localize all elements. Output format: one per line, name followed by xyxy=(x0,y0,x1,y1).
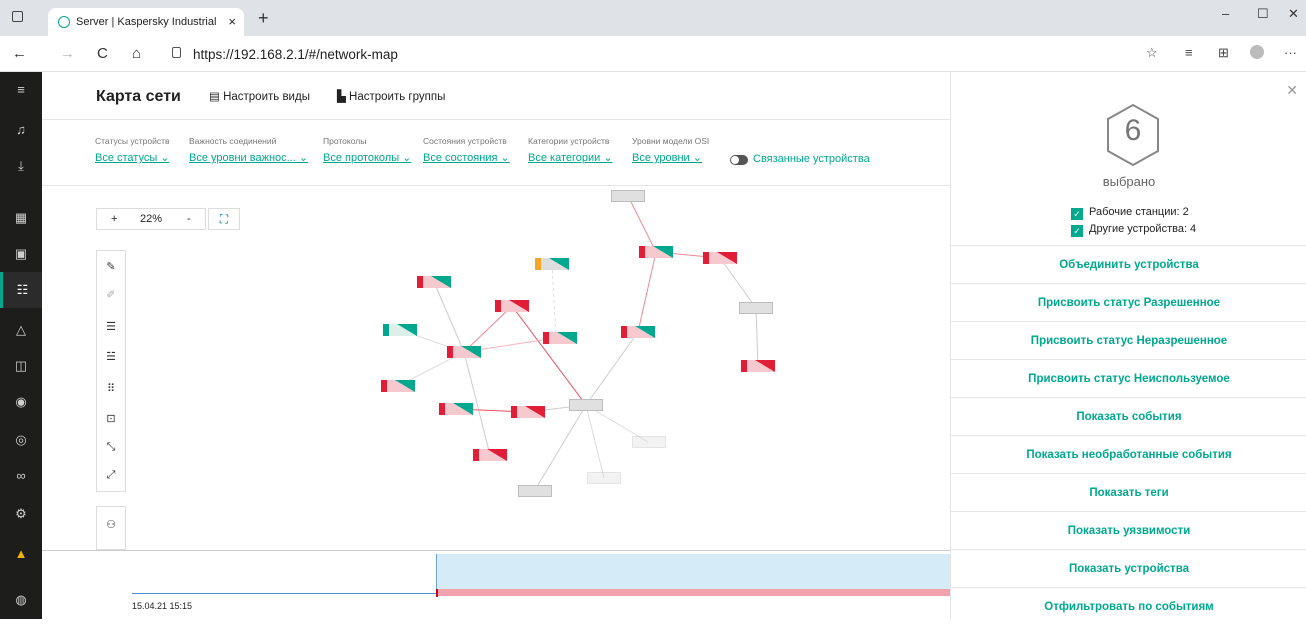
timeline-selection[interactable] xyxy=(436,554,950,590)
device-node-green[interactable] xyxy=(383,324,417,336)
device-node-orange-green[interactable] xyxy=(535,258,569,270)
show-unprocessed-events-button[interactable]: Показать необработанные события xyxy=(951,435,1306,473)
timeline-event-band xyxy=(436,589,950,596)
merge-devices-button[interactable]: Объединить устройства xyxy=(951,245,1306,283)
timeline-date: 15.04.21 15:15 xyxy=(132,601,193,611)
close-panel-icon[interactable]: ✕ xyxy=(1286,82,1298,99)
checkbox-icon[interactable]: ✓ xyxy=(1071,208,1083,220)
grey-device-node[interactable] xyxy=(569,399,603,411)
show-tags-button[interactable]: Показать теги xyxy=(951,473,1306,511)
device-node-red[interactable] xyxy=(495,300,529,312)
timeline-line xyxy=(132,593,436,594)
selected-count: 6 xyxy=(1124,114,1142,147)
device-node-red[interactable] xyxy=(741,360,775,372)
filter-by-events-button[interactable]: Отфильтровать по событиям xyxy=(951,587,1306,625)
device-node-red-green[interactable] xyxy=(439,403,473,415)
timeline-marker[interactable] xyxy=(436,589,438,597)
checkbox-other-devices[interactable]: ✓ Другие устройства: 4 xyxy=(1071,223,1196,237)
timeline[interactable]: 15.04.21 15:15 xyxy=(42,550,950,619)
faded-device-node[interactable] xyxy=(632,436,666,448)
device-node-red-green[interactable] xyxy=(417,276,451,288)
checkbox-label: Рабочие станции: 2 xyxy=(1089,206,1189,218)
assign-status-unauthorized-button[interactable]: Присвоить статус Неразрешенное xyxy=(951,321,1306,359)
device-node-red[interactable] xyxy=(511,406,545,418)
device-node-red-green[interactable] xyxy=(447,346,481,358)
grey-device-node[interactable] xyxy=(518,485,552,497)
selected-label: выбрано xyxy=(1102,174,1156,189)
grey-device-node[interactable] xyxy=(611,190,645,202)
device-node-red[interactable] xyxy=(473,449,507,461)
faded-device-node[interactable] xyxy=(587,472,621,484)
assign-status-unused-button[interactable]: Присвоить статус Неиспользуемое xyxy=(951,359,1306,397)
show-devices-button[interactable]: Показать устройства xyxy=(951,549,1306,587)
device-node-red-green[interactable] xyxy=(621,326,655,338)
show-events-button[interactable]: Показать события xyxy=(951,397,1306,435)
checkbox-label: Другие устройства: 4 xyxy=(1089,223,1197,235)
device-node-red-green[interactable] xyxy=(543,332,577,344)
show-vulnerabilities-button[interactable]: Показать уязвимости xyxy=(951,511,1306,549)
checkbox-workstations[interactable]: ✓ Рабочие станции: 2 xyxy=(1071,206,1189,220)
selection-panel: ✕ 6 выбрано ✓ Рабочие станции: 2 ✓ Другие … xyxy=(950,72,1306,619)
device-node-red[interactable] xyxy=(703,252,737,264)
checkbox-icon[interactable]: ✓ xyxy=(1071,225,1083,237)
device-node-red-green[interactable] xyxy=(639,246,673,258)
grey-device-node[interactable] xyxy=(739,302,773,314)
device-node-red-green[interactable] xyxy=(381,380,415,392)
assign-status-allowed-button[interactable]: Присвоить статус Разрешенное xyxy=(951,283,1306,321)
